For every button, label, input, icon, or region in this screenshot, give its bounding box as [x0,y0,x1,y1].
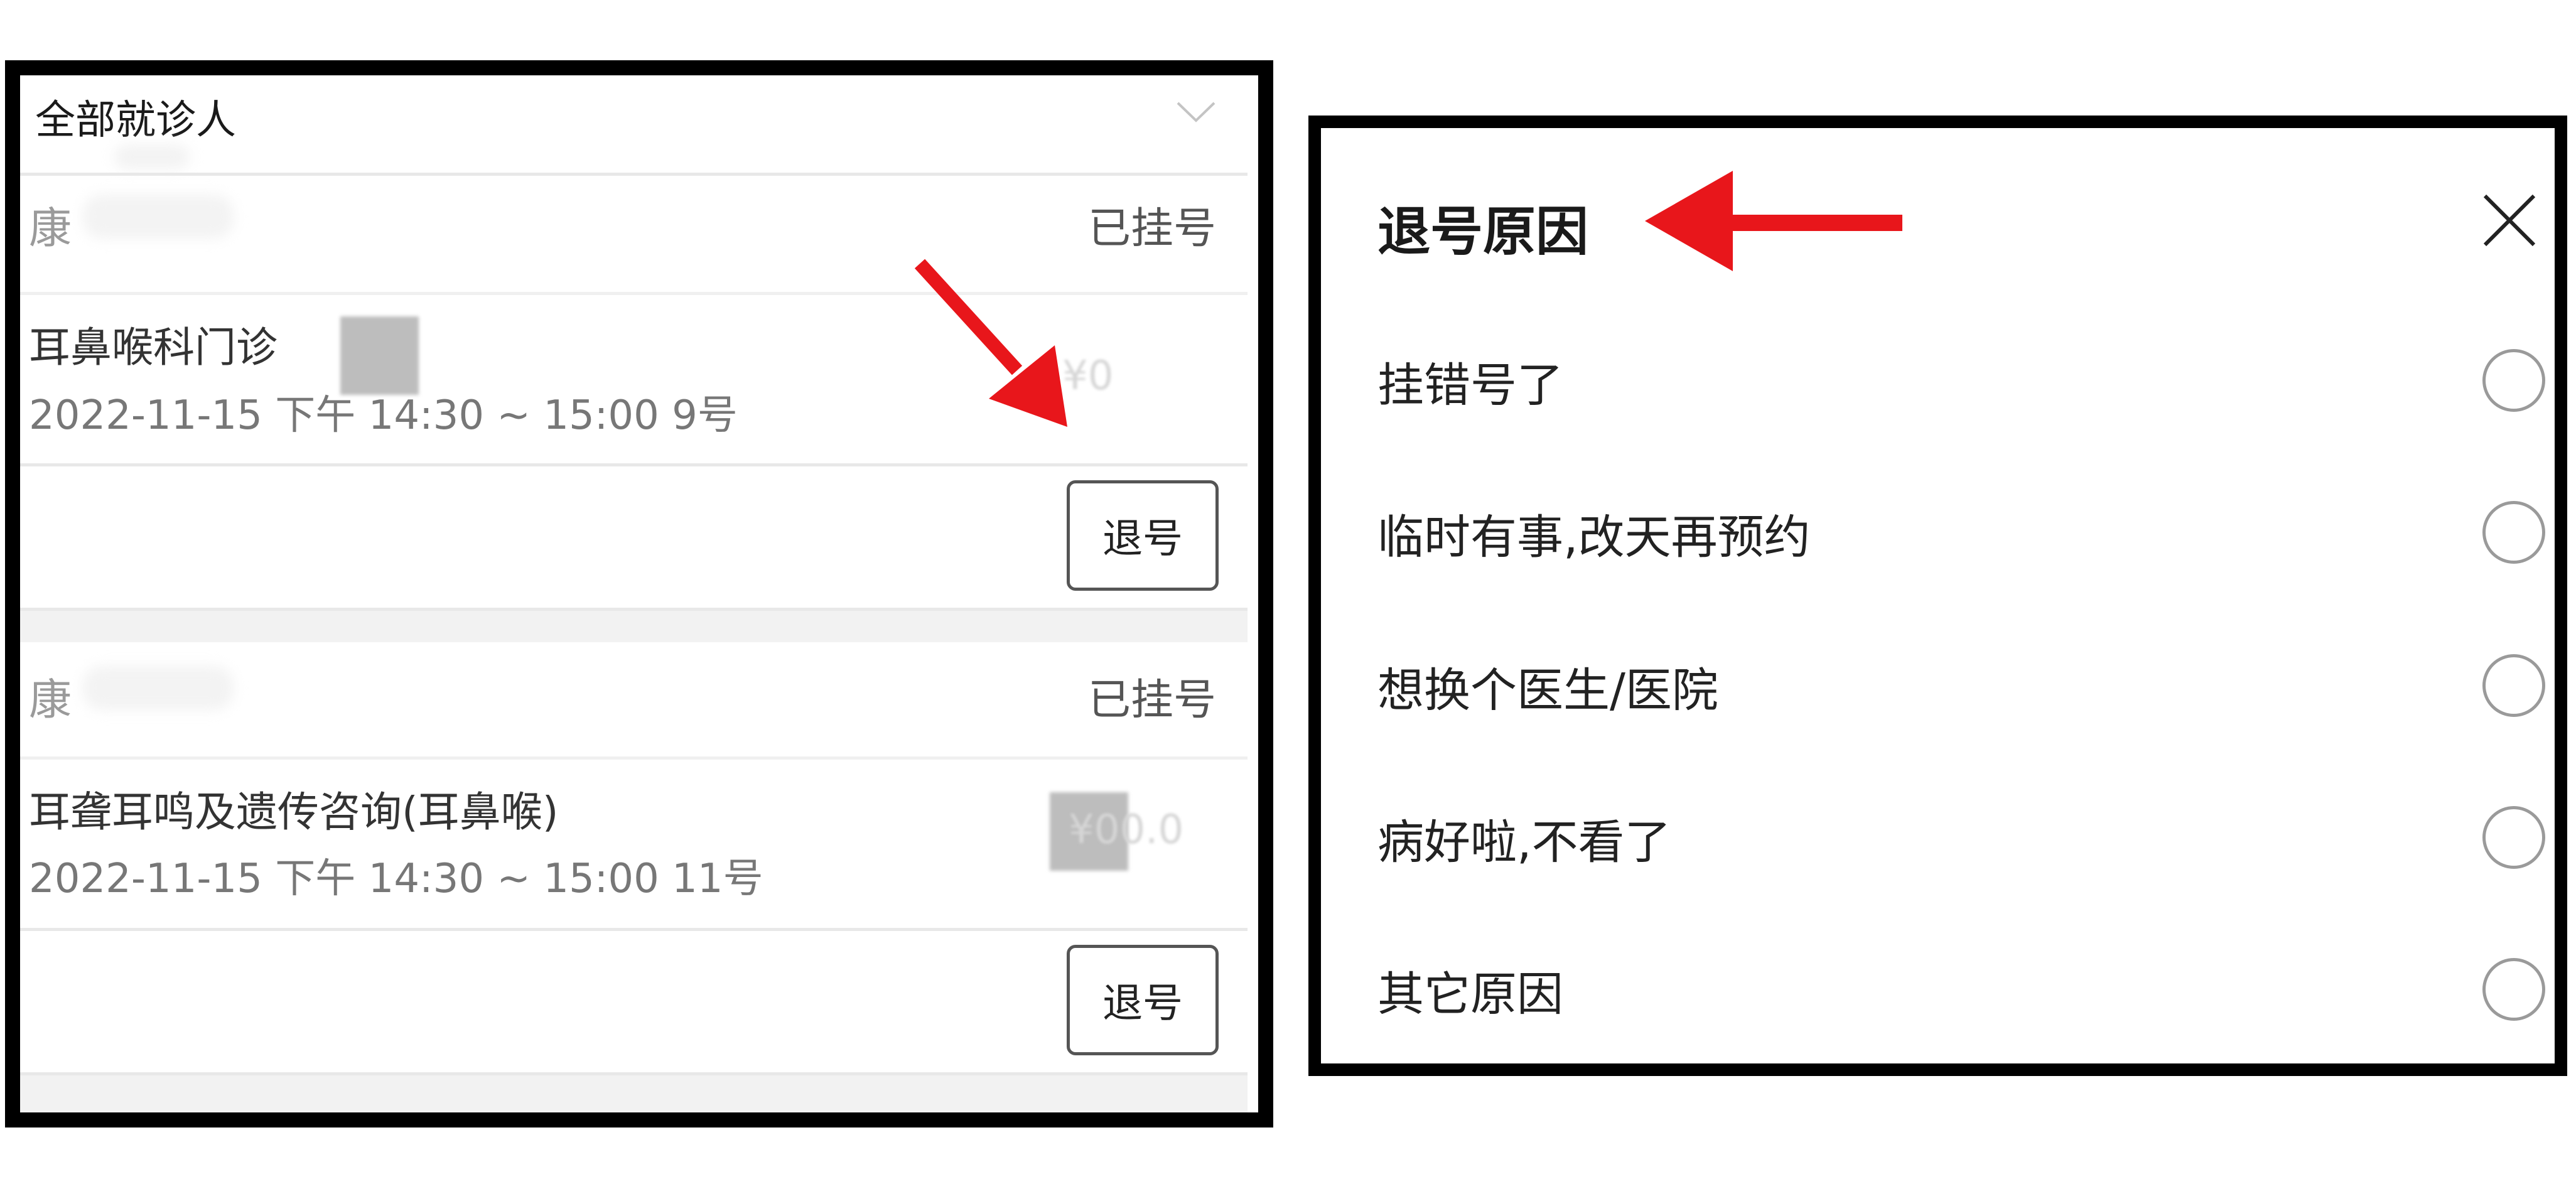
reason-radio[interactable] [2482,501,2545,564]
price: ¥0 [1062,353,1114,399]
department-name: 耳鼻喉科门诊 [29,323,278,372]
cancel-appointment-button[interactable]: 退号 [1067,945,1219,1055]
reason-label: 其它原因 [1377,967,1563,1021]
modal-title: 退号原因 [1377,201,1589,262]
close-icon[interactable] [2481,192,2538,249]
reason-radio[interactable] [2482,806,2545,869]
status-badge: 已挂号 [1087,675,1216,725]
patient-filter-dropdown[interactable]: 全部就诊人 [20,75,1248,173]
reason-label: 病好啦,不看了 [1377,815,1671,869]
cancel-reason-modal: 退号原因 挂错号了 临时有事,改天再预约 想换个医生/医院 病好啦,不看了 其它… [1308,116,2567,1076]
section-gap [20,611,1248,642]
patient-name: 康 [29,204,72,254]
section-gap [20,1075,1248,1112]
reason-radio[interactable] [2482,654,2545,717]
reason-radio[interactable] [2482,958,2545,1021]
blurred-name [83,666,234,710]
appointments-panel: 全部就诊人 康 已挂号 耳鼻喉科门诊 2022-11-15 下午 14:30 ~… [5,60,1273,1127]
blurred-name [83,195,234,239]
action-bar: 退号 [20,466,1248,611]
chevron-down-icon [1177,102,1215,122]
reason-radio[interactable] [2482,349,2545,412]
appointments-list: 全部就诊人 康 已挂号 耳鼻喉科门诊 2022-11-15 下午 14:30 ~… [20,75,1248,1112]
patient-name: 康 [29,675,72,725]
price: ¥00.0 [1069,807,1184,853]
action-bar: 退号 [20,931,1248,1075]
appointment-time: 2022-11-15 下午 14:30 ~ 15:00 9号 [29,392,738,439]
status-badge: 已挂号 [1087,204,1216,254]
appointment-time: 2022-11-15 下午 14:30 ~ 15:00 11号 [29,856,763,902]
blurred-area [114,144,190,170]
reason-label: 挂错号了 [1377,358,1563,412]
reason-label: 想换个医生/医院 [1377,664,1718,718]
reason-label: 临时有事,改天再预约 [1377,510,1811,564]
patient-filter-label: 全部就诊人 [35,97,236,144]
department-name: 耳聋耳鸣及遗传咨询(耳鼻喉) [29,788,559,836]
cancel-appointment-button[interactable]: 退号 [1067,480,1219,591]
